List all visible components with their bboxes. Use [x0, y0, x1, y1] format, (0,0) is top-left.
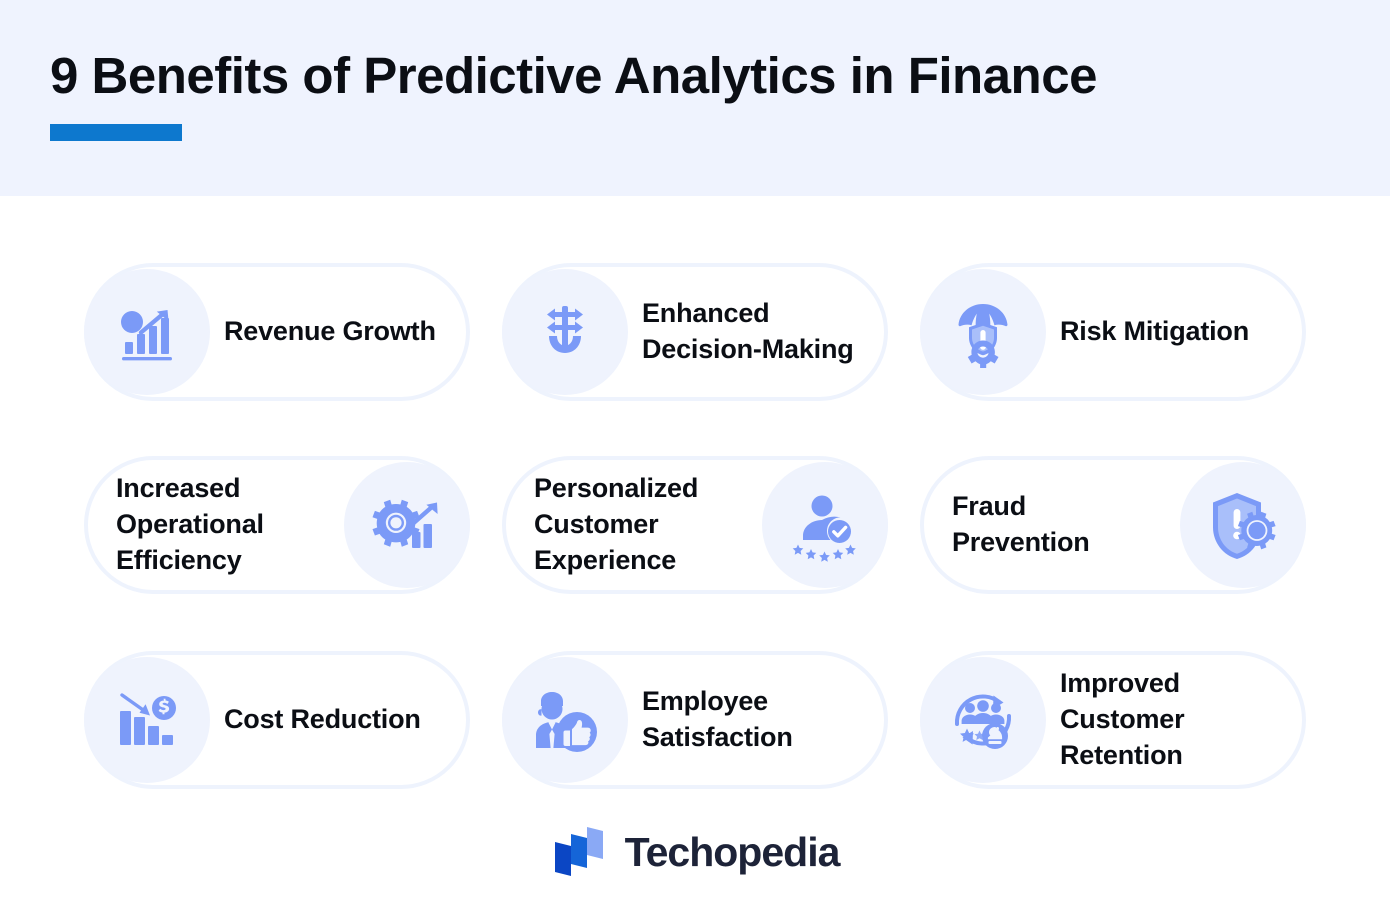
page-title: 9 Benefits of Predictive Analytics in Fi…	[50, 47, 1097, 104]
benefit-label: Employee Satisfaction	[642, 686, 793, 752]
benefit-label: Enhanced Decision-Making	[642, 298, 854, 364]
benefit-card-fraud-prevention[interactable]: Fraud Prevention	[920, 456, 1306, 594]
benefit-card-employee-satisfaction[interactable]: Employee Satisfaction	[502, 651, 888, 789]
benefits-row-3: Cost Reduction Employee Satisfaction Imp…	[0, 620, 1390, 820]
gear-bar-chart-arrow-icon	[344, 462, 470, 588]
brand-name: Techopedia	[624, 828, 841, 875]
benefit-label: Risk Mitigation	[1060, 316, 1250, 347]
benefit-card-increased-operational-efficiency[interactable]: Increased Operational Efficiency	[84, 456, 470, 594]
benefit-label: Fraud Prevention	[952, 491, 1090, 557]
benefit-label: Increased Operational Efficiency	[116, 473, 264, 575]
benefit-card-enhanced-decision-making[interactable]: Enhanced Decision-Making	[502, 263, 888, 401]
benefit-label: Revenue Growth	[224, 316, 436, 347]
benefit-label: Personalized Customer Experience	[534, 473, 699, 575]
techopedia-mark-icon	[554, 827, 603, 876]
bar-chart-growth-dollar-icon	[84, 269, 210, 395]
benefit-label: Cost Reduction	[224, 704, 421, 735]
bar-chart-decline-dollar-icon	[84, 657, 210, 783]
benefits-row-1: Revenue Growth Enhanced Decision-Making …	[0, 232, 1390, 432]
anchor-arrows-gear-icon	[502, 269, 628, 395]
benefit-card-improved-customer-retention[interactable]: Improved Customer Retention	[920, 651, 1306, 789]
umbrella-shield-alert-gear-icon	[920, 269, 1046, 395]
shield-alert-gear-icon	[1180, 462, 1306, 588]
benefit-card-risk-mitigation[interactable]: Risk Mitigation	[920, 263, 1306, 401]
retention-loop-people-icon	[920, 657, 1046, 783]
title-accent-bar	[50, 124, 182, 141]
header-band: 9 Benefits of Predictive Analytics in Fi…	[0, 0, 1390, 196]
benefit-label: Improved Customer Retention	[1060, 668, 1185, 770]
benefit-card-personalized-customer-experience[interactable]: Personalized Customer Experience	[502, 456, 888, 594]
employee-thumbs-up-icon	[502, 657, 628, 783]
footer-logo[interactable]: Techopedia	[0, 812, 1390, 892]
benefits-row-2: Increased Operational Efficiency Persona…	[0, 425, 1390, 625]
benefit-card-revenue-growth[interactable]: Revenue Growth	[84, 263, 470, 401]
benefits-grid: Revenue Growth Enhanced Decision-Making …	[0, 196, 1390, 796]
benefit-card-cost-reduction[interactable]: Cost Reduction	[84, 651, 470, 789]
person-check-stars-icon	[762, 462, 888, 588]
